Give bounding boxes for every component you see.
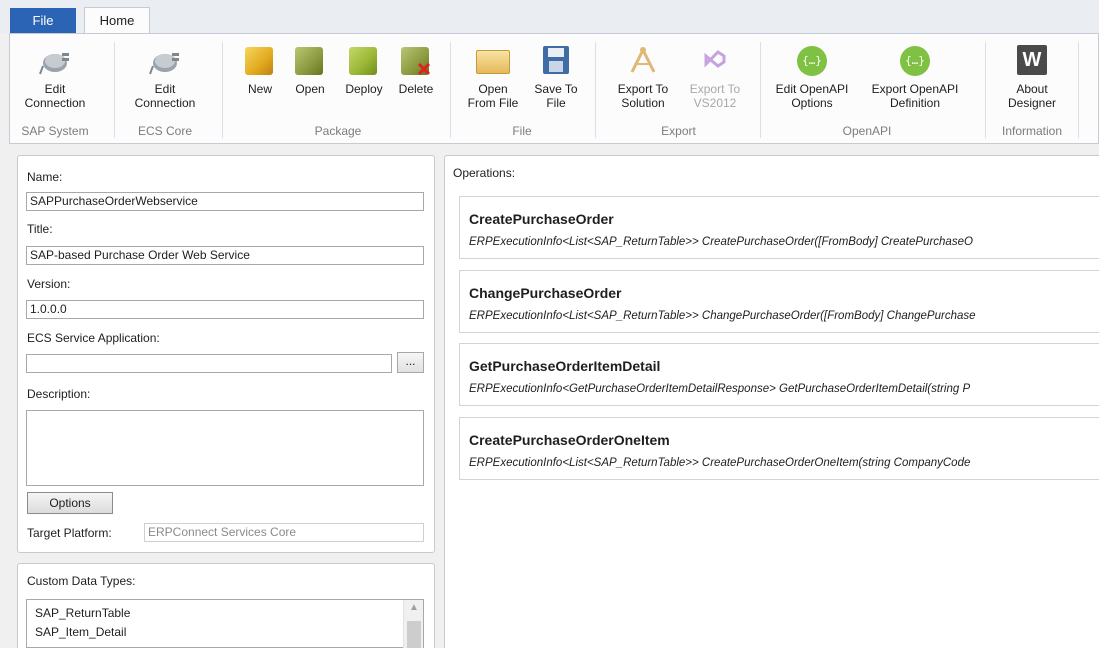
- edit-sap-connection-label: Edit Connection: [24, 82, 86, 110]
- group-label-file: File: [512, 124, 532, 138]
- scroll-up-icon[interactable]: ▲: [404, 602, 424, 613]
- solution-icon: [626, 44, 660, 78]
- plug-icon: [148, 44, 182, 78]
- package-delete-icon: [399, 44, 433, 78]
- description-field[interactable]: [26, 410, 424, 486]
- operation-signature: ERPExecutionInfo<List<SAP_ReturnTable>> …: [469, 310, 976, 322]
- package-delete-label: Delete: [398, 82, 434, 96]
- designer-window: File Home Edit Connection SAP System Edi…: [0, 0, 1099, 648]
- group-label-sap-system: SAP System: [21, 124, 89, 138]
- description-label: Description:: [27, 387, 91, 401]
- group-label-information: Information: [1001, 124, 1063, 138]
- edit-sap-connection-button[interactable]: Edit Connection: [20, 44, 90, 110]
- visual-studio-icon: [698, 44, 732, 78]
- package-new-label: New: [247, 82, 272, 96]
- w-logo-icon: W: [1015, 44, 1049, 78]
- about-designer-button[interactable]: W About Designer: [996, 44, 1068, 110]
- tab-home[interactable]: Home: [84, 7, 150, 34]
- about-designer-label: About Designer: [1007, 82, 1057, 110]
- edit-openapi-options-label: Edit OpenAPI Options: [775, 82, 849, 110]
- group-divider: [114, 42, 115, 138]
- tab-file[interactable]: File: [10, 8, 76, 33]
- save-to-file-button[interactable]: Save To File: [530, 44, 582, 110]
- group-divider: [222, 42, 223, 138]
- options-button[interactable]: Options: [27, 492, 113, 514]
- title-field[interactable]: SAP-based Purchase Order Web Service: [26, 246, 424, 265]
- package-new-icon: [243, 44, 277, 78]
- openapi-icon: {…}: [795, 44, 829, 78]
- edit-ecs-connection-button[interactable]: Edit Connection: [130, 44, 200, 110]
- name-field[interactable]: SAPPurchaseOrderWebservice: [26, 192, 424, 211]
- list-item[interactable]: SAP_ReturnTable: [35, 606, 130, 620]
- name-label: Name:: [27, 170, 63, 184]
- package-deploy-label: Deploy: [345, 82, 383, 96]
- export-to-vs2012-button[interactable]: Export To VS2012: [681, 44, 749, 110]
- ribbon: Edit Connection SAP System Edit Connecti…: [9, 33, 1099, 144]
- package-open-button[interactable]: Open: [287, 44, 333, 96]
- floppy-icon: [539, 44, 573, 78]
- package-deploy-button[interactable]: Deploy: [339, 44, 389, 96]
- export-openapi-definition-label: Export OpenAPI Definition: [871, 82, 959, 110]
- operation-signature: ERPExecutionInfo<GetPurchaseOrderItemDet…: [469, 383, 971, 395]
- group-divider: [760, 42, 761, 138]
- operation-name: CreatePurchaseOrderOneItem: [469, 432, 670, 448]
- package-open-icon: [293, 44, 327, 78]
- group-label-export: Export: [661, 124, 696, 138]
- export-to-solution-label: Export To Solution: [617, 82, 669, 110]
- operation-name: CreatePurchaseOrder: [469, 211, 614, 227]
- group-divider: [985, 42, 986, 138]
- package-open-label: Open: [295, 82, 325, 96]
- group-divider: [595, 42, 596, 138]
- ecs-service-application-label: ECS Service Application:: [27, 331, 160, 345]
- operation-card[interactable]: GetPurchaseOrderItemDetail ERPExecutionI…: [459, 343, 1099, 406]
- target-platform-label: Target Platform:: [27, 526, 112, 540]
- custom-data-types-list[interactable]: SAP_ReturnTable SAP_Item_Detail ▲: [26, 599, 424, 648]
- openapi-icon: {…}: [898, 44, 932, 78]
- folder-icon: [476, 44, 510, 78]
- package-new-button[interactable]: New: [237, 44, 283, 96]
- target-platform-field: ERPConnect Services Core: [144, 523, 424, 542]
- operation-name: ChangePurchaseOrder: [469, 285, 622, 301]
- ribbon-tab-bar: File Home: [0, 0, 1099, 34]
- ecs-service-application-field[interactable]: [26, 354, 392, 373]
- group-label-openapi: OpenAPI: [842, 124, 892, 138]
- vertical-scrollbar[interactable]: ▲: [403, 600, 423, 648]
- plug-icon: [38, 44, 72, 78]
- operation-card[interactable]: ChangePurchaseOrder ERPExecutionInfo<Lis…: [459, 270, 1099, 333]
- open-from-file-label: Open From File: [467, 82, 519, 110]
- export-openapi-definition-button[interactable]: {…} Export OpenAPI Definition: [863, 44, 967, 110]
- browse-button[interactable]: ...: [397, 352, 424, 373]
- group-divider: [450, 42, 451, 138]
- export-to-vs2012-label: Export To VS2012: [689, 82, 741, 110]
- group-divider: [1078, 42, 1079, 138]
- edit-ecs-connection-label: Edit Connection: [134, 82, 196, 110]
- open-from-file-button[interactable]: Open From File: [462, 44, 524, 110]
- save-to-file-label: Save To File: [534, 82, 578, 110]
- edit-openapi-options-button[interactable]: {…} Edit OpenAPI Options: [767, 44, 857, 110]
- operations-label: Operations:: [453, 166, 516, 180]
- group-label-ecs-core: ECS Core: [137, 124, 193, 138]
- version-field[interactable]: 1.0.0.0: [26, 300, 424, 319]
- version-label: Version:: [27, 277, 71, 291]
- operation-name: GetPurchaseOrderItemDetail: [469, 358, 661, 374]
- operation-signature: ERPExecutionInfo<List<SAP_ReturnTable>> …: [469, 457, 971, 469]
- custom-data-types-label: Custom Data Types:: [27, 574, 136, 588]
- operation-card[interactable]: CreatePurchaseOrder ERPExecutionInfo<Lis…: [459, 196, 1099, 259]
- scroll-thumb[interactable]: [407, 621, 421, 648]
- operation-signature: ERPExecutionInfo<List<SAP_ReturnTable>> …: [469, 236, 973, 248]
- package-delete-button[interactable]: Delete: [393, 44, 439, 96]
- list-item[interactable]: SAP_Item_Detail: [35, 625, 126, 639]
- export-to-solution-button[interactable]: Export To Solution: [608, 44, 678, 110]
- operation-card[interactable]: CreatePurchaseOrderOneItem ERPExecutionI…: [459, 417, 1099, 480]
- package-deploy-icon: [347, 44, 381, 78]
- title-label: Title:: [27, 222, 53, 236]
- group-label-package: Package: [314, 124, 362, 138]
